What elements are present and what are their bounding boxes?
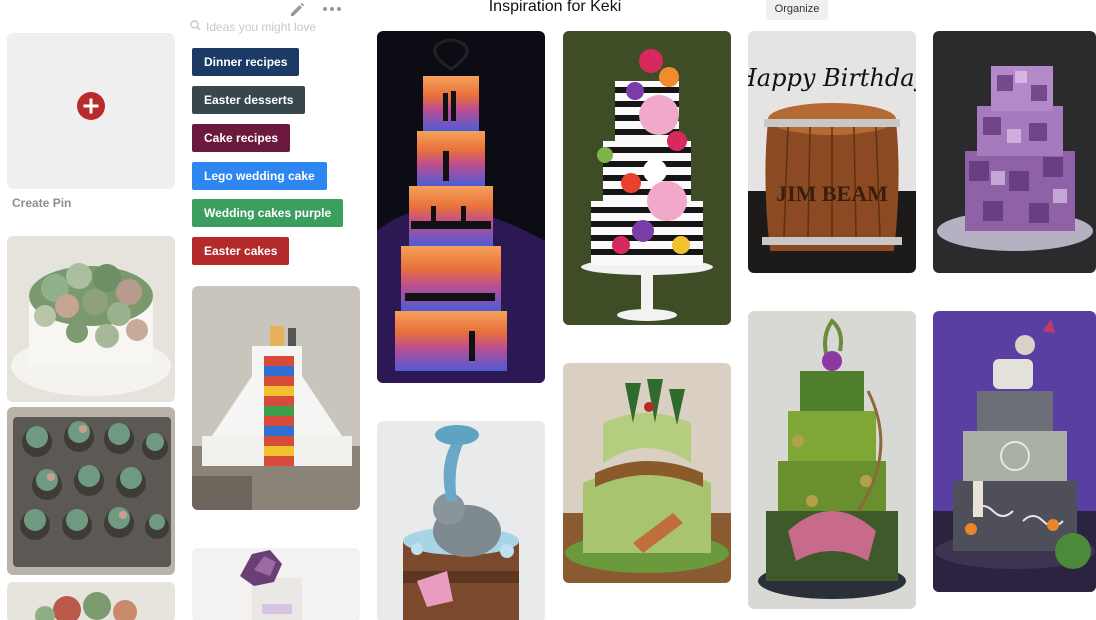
- suggestion-chip-dinner-recipes[interactable]: Dinner recipes: [192, 48, 300, 76]
- pin-lego-cake[interactable]: [192, 286, 360, 510]
- pin-elephant-cake[interactable]: [377, 421, 545, 620]
- suggestion-chip-wedding-cakes-purple[interactable]: Wedding cakes purple: [192, 199, 344, 227]
- pin-peacock-cake[interactable]: [748, 311, 916, 609]
- organize-button[interactable]: Organize: [766, 0, 828, 20]
- suggestion-chip-cake-recipes[interactable]: Cake recipes: [192, 124, 291, 152]
- pin-succulent-cake[interactable]: [7, 236, 175, 402]
- pin-mosaic-cube-cake[interactable]: [933, 31, 1096, 273]
- create-pin-label: Create Pin: [12, 196, 72, 210]
- create-pin-tile[interactable]: [7, 33, 175, 189]
- ideas-search[interactable]: Ideas you might love: [190, 18, 330, 36]
- pin-silhouette-cake[interactable]: [377, 31, 545, 383]
- search-icon: [190, 20, 201, 34]
- pin-nightmare-cake[interactable]: [933, 311, 1096, 592]
- pin-striped-flower-cake[interactable]: [563, 31, 731, 325]
- pin-spiral-forest-cake[interactable]: [563, 363, 731, 583]
- suggestion-chip-easter-desserts[interactable]: Easter desserts: [192, 86, 306, 114]
- birthday-topper-text: Happy Birthday: [748, 64, 916, 92]
- pin-geode-cake[interactable]: [192, 548, 360, 620]
- pin-succulent-cupcakes[interactable]: [7, 407, 175, 575]
- board-title: Inspiration for Keki: [488, 0, 622, 15]
- search-placeholder: Ideas you might love: [206, 20, 317, 34]
- suggestion-chip-lego-wedding-cake[interactable]: Lego wedding cake: [192, 162, 327, 190]
- suggestion-chip-easter-cakes[interactable]: Easter cakes: [192, 237, 290, 265]
- pin-barrel-cake[interactable]: JIM BEAM Happy Birthday: [748, 31, 916, 273]
- plus-icon: [77, 92, 105, 120]
- barrel-brand-text: JIM BEAM: [776, 181, 888, 206]
- pin-succulent-partial[interactable]: [7, 582, 175, 620]
